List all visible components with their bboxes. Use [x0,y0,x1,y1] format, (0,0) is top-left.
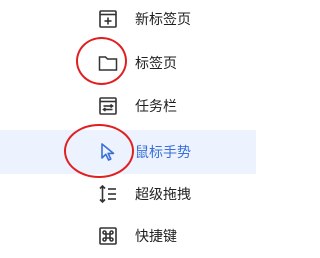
taskbar-icon [97,95,119,117]
menu-item-label: 标签页 [135,56,177,72]
menu-item-mouse-gesture[interactable]: 鼠标手势 [0,130,256,174]
mouse-cursor-icon [97,141,119,163]
menu-item-label: 任务栏 [135,99,177,115]
menu-item-super-drag[interactable]: 超级拖拽 [0,172,256,216]
command-key-icon [97,225,119,247]
menu-item-taskbar[interactable]: 任务栏 [0,84,256,128]
settings-menu: 新标签页 标签页 任务栏 鼠标手势 超级拖拽 快捷键 [0,0,256,245]
drag-icon [97,183,119,205]
menu-item-label: 超级拖拽 [135,187,191,203]
menu-item-shortcuts[interactable]: 快捷键 [0,214,256,258]
menu-item-label: 快捷键 [135,229,177,245]
folder-icon [97,52,119,74]
menu-item-new-tab[interactable]: 新标签页 [0,0,256,41]
menu-item-label: 新标签页 [135,12,191,28]
new-tab-icon [97,8,119,30]
menu-item-tabs[interactable]: 标签页 [0,41,256,85]
menu-item-label: 鼠标手势 [135,145,191,161]
